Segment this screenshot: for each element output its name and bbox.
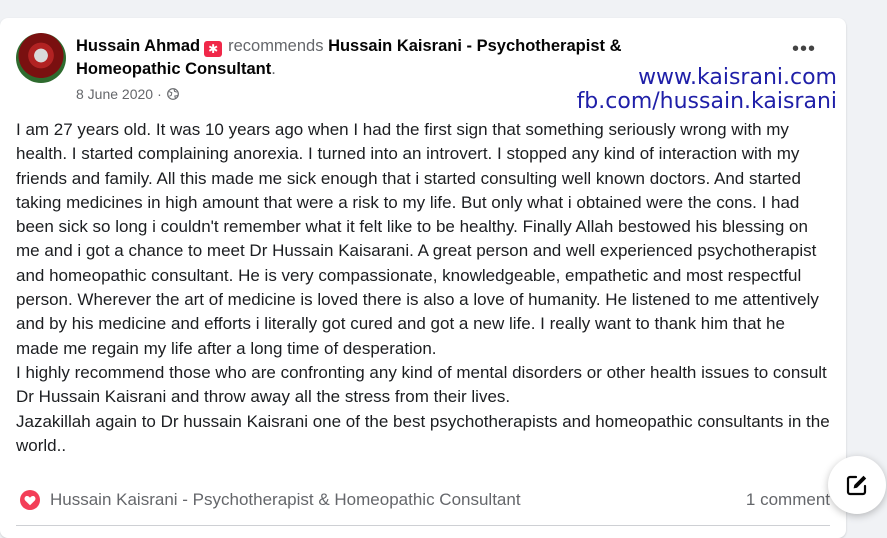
post-meta: 8 June 2020 · bbox=[76, 86, 179, 102]
footer-divider bbox=[16, 525, 830, 526]
globe-icon bbox=[166, 88, 179, 100]
post-paragraph: Jazakillah again to Dr hussain Kaisrani … bbox=[16, 411, 830, 455]
post-date[interactable]: 8 June 2020 bbox=[76, 86, 153, 102]
author-name[interactable]: Hussain Ahmad bbox=[76, 37, 200, 55]
post-paragraph: I highly recommend those who are confron… bbox=[16, 362, 827, 407]
post-body: I am 27 years old. It was 10 years ago w… bbox=[16, 118, 831, 458]
watermark-facebook: fb.com/hussain.kaisrani bbox=[576, 89, 837, 114]
watermark-website: www.kaisrani.com bbox=[638, 65, 837, 90]
compose-button[interactable] bbox=[828, 456, 886, 514]
compose-icon bbox=[846, 475, 867, 496]
recommend-badge-icon: ✱ bbox=[204, 41, 223, 57]
post-header: Hussain Ahmad ✱ recommends Hussain Kaisran… bbox=[76, 37, 622, 78]
action-text: recommends bbox=[228, 37, 324, 55]
meta-separator: · bbox=[157, 86, 162, 102]
heart-reaction-icon[interactable] bbox=[20, 490, 40, 510]
comment-count[interactable]: 1 comment bbox=[746, 490, 830, 510]
more-options-icon[interactable]: ••• bbox=[792, 39, 816, 59]
post-footer: Hussain Kaisrani - Psychotherapist & Hom… bbox=[20, 490, 830, 510]
author-avatar[interactable] bbox=[16, 33, 66, 83]
post-paragraph: I am 27 years old. It was 10 years ago w… bbox=[16, 120, 819, 358]
reaction-page-label[interactable]: Hussain Kaisrani - Psychotherapist & Hom… bbox=[50, 490, 746, 510]
